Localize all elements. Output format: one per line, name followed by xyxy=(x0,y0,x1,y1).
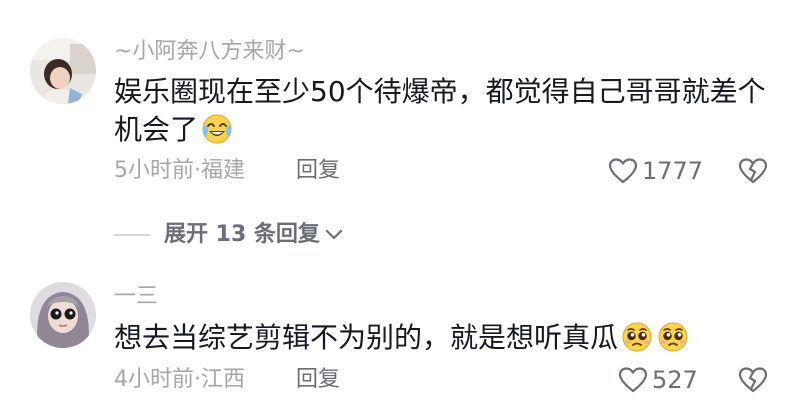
reply-button[interactable]: 回复 xyxy=(296,158,340,184)
expand-replies-button[interactable]: 展开 13 条回复 xyxy=(114,222,344,248)
laugh-cry-emoji xyxy=(200,111,234,145)
comment-username[interactable]: 一三 xyxy=(114,284,158,310)
dislike-button[interactable] xyxy=(738,366,768,394)
pleading-emoji xyxy=(656,319,690,353)
broken-heart-icon xyxy=(738,158,768,184)
comment-text-line-1: 想去当综艺剪辑不为别的，就是想听真瓜 xyxy=(114,318,690,358)
divider-line xyxy=(114,234,150,236)
like-button[interactable]: 1777 xyxy=(608,157,703,185)
comment-meta: 4小时前·江西 xyxy=(114,367,245,392)
comment-text: 机会了 xyxy=(114,113,199,146)
like-count: 527 xyxy=(652,366,698,394)
dislike-button[interactable] xyxy=(738,157,768,185)
broken-heart-icon xyxy=(738,367,768,393)
comment-text-line-2: 机会了 xyxy=(114,110,234,150)
comment-username[interactable]: ~小阿奔八方来财~ xyxy=(114,39,305,65)
like-button[interactable]: 527 xyxy=(618,366,698,394)
pleading-emoji xyxy=(620,319,654,353)
comment-list: ~小阿奔八方来财~ 娱乐圈现在至少50个待爆帝，都觉得自己哥哥就差个 机会了 5… xyxy=(0,0,800,415)
expand-replies-label: 展开 13 条回复 xyxy=(164,222,320,247)
avatar[interactable] xyxy=(30,282,96,348)
avatar-image xyxy=(30,38,96,104)
chevron-down-icon xyxy=(324,228,344,242)
comment-meta: 5小时前·福建 xyxy=(114,158,245,183)
avatar[interactable] xyxy=(30,38,96,104)
comment-text-line-1: 娱乐圈现在至少50个待爆帝，都觉得自己哥哥就差个 xyxy=(114,75,766,108)
heart-icon xyxy=(618,367,648,393)
reply-button[interactable]: 回复 xyxy=(296,367,340,393)
comment-text: 想去当综艺剪辑不为别的，就是想听真瓜 xyxy=(114,321,619,354)
avatar-image xyxy=(30,282,96,348)
heart-icon xyxy=(608,158,638,184)
like-count: 1777 xyxy=(642,157,704,185)
